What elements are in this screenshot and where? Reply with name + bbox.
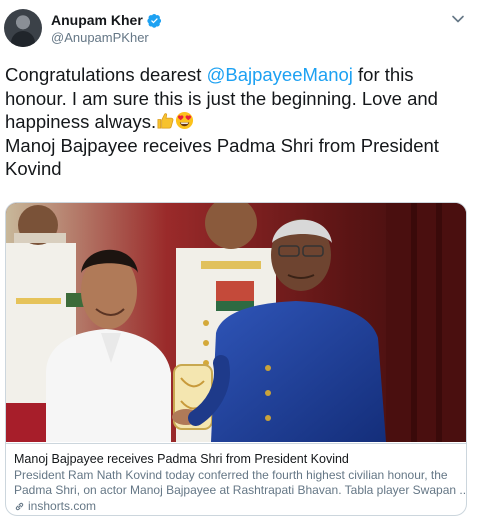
thumbs-up-icon [157, 113, 174, 129]
card-description-line: Padma Shri, on actor Manoj Bajpayee at R… [14, 483, 467, 497]
card-image[interactable] [6, 203, 466, 442]
link-icon [15, 502, 24, 511]
card-body: Manoj Bajpayee receives Padma Shri from … [6, 443, 466, 514]
tweet-text-segment: Congratulations dearest [5, 64, 207, 85]
tweet-line-3: happiness always. [5, 110, 465, 134]
tweet-text-segment: happiness always. [5, 111, 157, 132]
heart-eyes-icon [176, 111, 194, 130]
chevron-down-icon[interactable] [451, 12, 465, 26]
card-description-line: President Ram Nath Kovind today conferre… [14, 468, 448, 482]
card-title[interactable]: Manoj Bajpayee receives Padma Shri from … [14, 452, 457, 467]
avatar[interactable] [4, 9, 42, 47]
card-domain[interactable]: inshorts.com [14, 499, 457, 514]
tweet-line-1: Congratulations dearest @BajpayeeManoj f… [5, 63, 465, 87]
tweet: Anupam Kher @AnupamPKher Congratulations… [0, 0, 477, 520]
tweet-line-2: honour. I am sure this is just the begin… [5, 87, 438, 109]
card-domain-text: inshorts.com [28, 499, 97, 513]
link-card[interactable]: Manoj Bajpayee receives Padma Shri from … [5, 202, 467, 516]
tweet-line-5: Kovind [5, 158, 62, 179]
avatar-body [11, 31, 35, 47]
tweet-text: Congratulations dearest @BajpayeeManoj f… [5, 63, 465, 181]
display-name[interactable]: Anupam Kher [51, 12, 143, 28]
tweet-line-4: Manoj Bajpayee receives Padma Shri from … [5, 134, 439, 156]
user-handle[interactable]: @AnupamPKher [51, 30, 149, 45]
name-row: Anupam Kher [51, 12, 162, 28]
card-description: President Ram Nath Kovind today conferre… [14, 468, 467, 498]
award-ceremony-photo [6, 203, 466, 442]
mention-link[interactable]: @BajpayeeManoj [207, 64, 353, 85]
verified-badge-icon [147, 13, 161, 28]
tweet-text-segment: for this [352, 64, 414, 85]
